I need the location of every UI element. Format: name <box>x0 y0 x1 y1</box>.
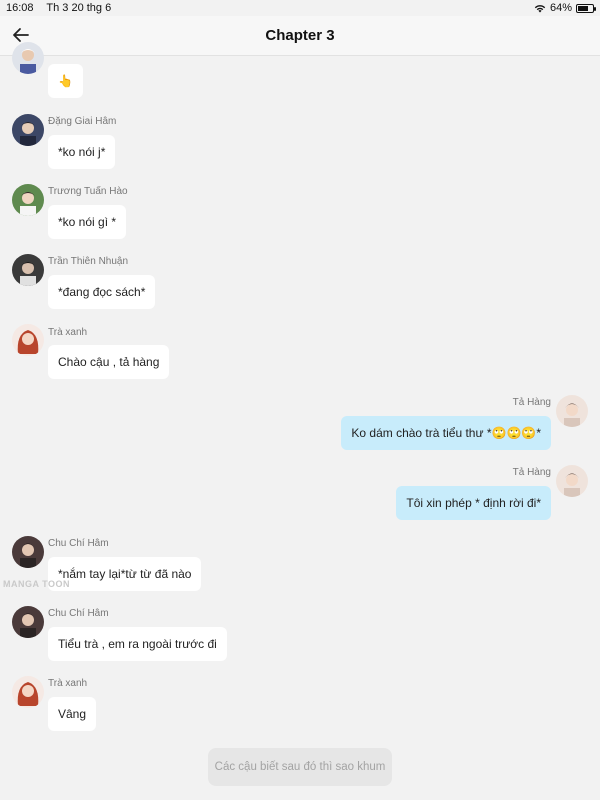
sender-name: Trà xanh <box>48 678 88 689</box>
message-bubble: Chào cậu , tả hàng <box>48 345 170 379</box>
sender-name: Tả Hàng <box>512 467 551 478</box>
status-left: 16:08 Th 3 20 thg 6 <box>6 2 121 14</box>
message-bubble: *nắm tay lại*từ từ đã nào <box>48 557 202 591</box>
sender-name: Chu Chí Hâm <box>48 608 109 619</box>
avatar[interactable] <box>12 536 44 568</box>
sender-name: Trà xanh <box>48 327 88 338</box>
status-time: 16:08 <box>6 2 34 14</box>
status-right: 64% <box>534 2 596 14</box>
avatar[interactable] <box>556 395 588 427</box>
message-bubble: Ko dám chào trà tiểu thư *🙄🙄🙄* <box>341 416 551 450</box>
avatar[interactable] <box>12 254 44 286</box>
page-title: Chapter 3 <box>265 27 335 44</box>
sender-name: Tả Hàng <box>512 397 551 408</box>
avatar[interactable] <box>12 676 44 708</box>
sender-name: Trần Thiên Nhuận <box>48 256 129 267</box>
battery-icon <box>576 3 596 13</box>
arrow-left-icon <box>13 28 29 42</box>
wifi-icon <box>534 4 546 12</box>
avatar[interactable] <box>12 606 44 638</box>
battery-fill <box>578 5 588 11</box>
avatar[interactable] <box>556 465 588 497</box>
next-chapter-prompt[interactable]: Các cậu biết sau đó thì sao khum <box>208 748 392 786</box>
sender-name: Trương Tuấn Hào <box>48 186 128 197</box>
avatar[interactable] <box>12 42 44 74</box>
message-bubble: Tôi xin phép * định rời đi* <box>396 486 551 520</box>
message-bubble: *ko nói gì * <box>48 205 127 239</box>
message-bubble: Tiểu trà , em ra ngoài trước đi <box>48 627 227 661</box>
nav-bar: Chapter 3 <box>0 16 600 56</box>
avatar[interactable] <box>12 114 44 146</box>
avatar[interactable] <box>12 324 44 356</box>
message-bubble: *ko nói j* <box>48 135 116 169</box>
message-bubble: 👆 <box>48 64 83 98</box>
sender-name: Chu Chí Hâm <box>48 538 109 549</box>
message-bubble: *đang đọc sách* <box>48 275 156 309</box>
avatar[interactable] <box>12 184 44 216</box>
status-bar: 16:08 Th 3 20 thg 6 64% <box>0 0 600 16</box>
message-bubble: Vâng <box>48 697 97 731</box>
sender-name: Đặng Giai Hâm <box>48 116 117 127</box>
battery-percent: 64% <box>549 2 572 14</box>
status-date: Th 3 20 thg 6 <box>46 2 112 14</box>
watermark: MANGA TOON <box>3 579 70 589</box>
